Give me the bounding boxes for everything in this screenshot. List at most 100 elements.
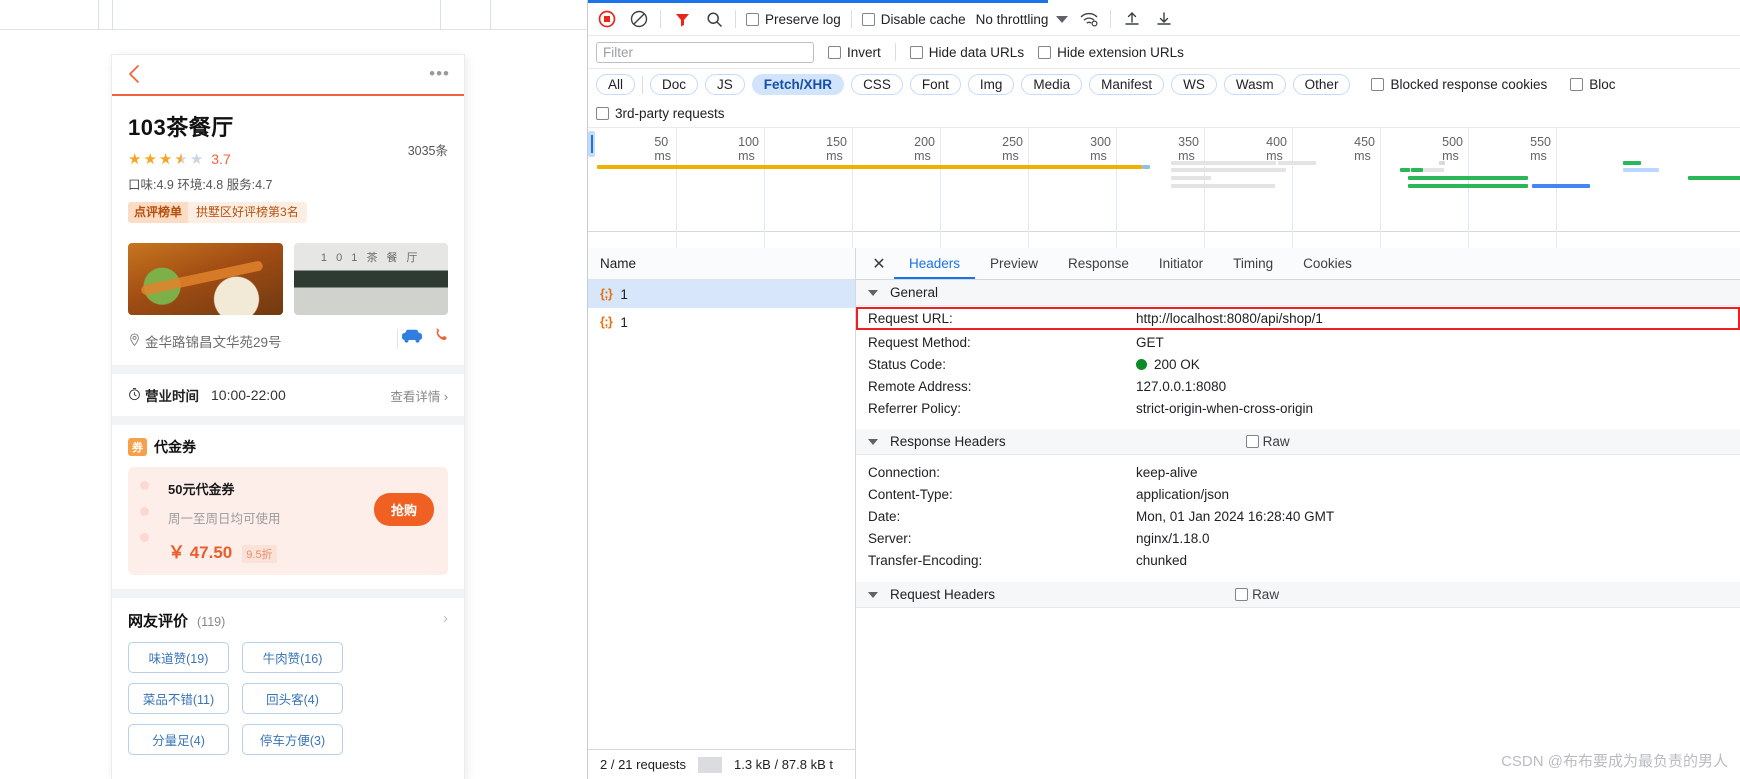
throttling-select[interactable]: No throttling <box>976 12 1069 27</box>
response-headers-section-header[interactable]: Response Headers Raw <box>856 429 1740 455</box>
response-raw-checkbox[interactable]: Raw <box>1245 434 1290 449</box>
type-filter-media[interactable]: Media <box>1021 74 1083 95</box>
hours-details-link[interactable]: 查看详情 › <box>390 386 448 405</box>
tab-preview[interactable]: Preview <box>975 248 1053 279</box>
import-har-icon[interactable] <box>1121 8 1143 30</box>
general-section-header[interactable]: General <box>856 280 1740 306</box>
hide-extension-urls-checkbox[interactable]: Hide extension URLs <box>1038 45 1184 60</box>
coupon-title-text: 代金券 <box>154 439 196 455</box>
remote-address-key: Remote Address: <box>868 378 972 394</box>
record-stop-icon[interactable] <box>596 8 618 30</box>
third-party-row: 3rd-party requests <box>588 100 1740 128</box>
request-name: 1 <box>620 286 628 302</box>
timeline-selection-handle[interactable] <box>588 131 595 157</box>
reviews-header: 网友评价 (119) <box>128 610 448 631</box>
checkbox-box[interactable] <box>1570 78 1584 91</box>
checkbox-box[interactable] <box>1235 588 1249 601</box>
checkbox-box[interactable] <box>596 107 609 120</box>
shop-photos[interactable] <box>112 233 464 327</box>
type-filter-ws[interactable]: WS <box>1171 74 1217 95</box>
type-filter-wasm[interactable]: Wasm <box>1223 74 1286 95</box>
more-options-icon[interactable]: ••• <box>429 65 450 82</box>
type-filter-css[interactable]: CSS <box>851 74 903 95</box>
export-har-icon[interactable] <box>1153 8 1175 30</box>
preserve-log-checkbox[interactable]: Preserve log <box>746 12 841 27</box>
coupon-card[interactable]: 50元代金券 周一至周日均可使用 ￥ 47.50 9.5折 抢购 <box>128 467 448 575</box>
type-filter-other[interactable]: Other <box>1292 74 1351 95</box>
request-row[interactable]: {;} 1 <box>588 280 855 308</box>
type-filter-manifest[interactable]: Manifest <box>1089 74 1165 95</box>
coupon-tag-icon: 券 <box>128 438 147 456</box>
request-name: 1 <box>620 314 628 330</box>
blocked-requests-checkbox[interactable]: Bloc <box>1570 77 1616 92</box>
checkbox-box[interactable] <box>909 45 923 59</box>
request-row[interactable]: {;} 1 <box>588 308 855 336</box>
chevron-down-icon[interactable] <box>1056 15 1069 23</box>
type-filter-fetch-xhr[interactable]: Fetch/XHR <box>751 74 845 95</box>
filter-icon[interactable] <box>671 8 693 30</box>
type-filter-js[interactable]: JS <box>705 74 745 95</box>
shop-photo-storefront[interactable] <box>293 243 448 315</box>
review-tag[interactable]: 菜品不错(11) <box>128 683 229 714</box>
checkbox-box[interactable] <box>746 12 759 26</box>
network-conditions-icon[interactable] <box>1078 8 1100 30</box>
type-filter-img[interactable]: Img <box>967 74 1015 95</box>
checkbox-box[interactable] <box>1245 435 1259 448</box>
status-code-value-group: 200 OK <box>1136 357 1200 372</box>
chevron-down-icon[interactable] <box>868 438 878 445</box>
shop-hours-row[interactable]: 营业时间 10:00-22:00 查看详情 › <box>112 374 464 416</box>
response-headers-title: Response Headers <box>890 434 1006 449</box>
shop-detail-card: ••• 103茶餐厅 3035条 ★ ★ ★ ★ ★ 3.7 口味:4.9 环境… <box>112 55 464 779</box>
review-tag[interactable]: 分量足(4) <box>128 724 229 755</box>
checkbox-box[interactable] <box>1371 78 1385 91</box>
invert-checkbox[interactable]: Invert <box>828 45 881 60</box>
shop-ranking-badge[interactable]: 点评榜单 拱墅区好评榜第3名 <box>128 202 448 223</box>
network-overview-timeline[interactable]: 50 ms 100 ms 150 ms 200 ms 250 ms 300 ms… <box>588 128 1740 304</box>
disable-cache-checkbox[interactable]: Disable cache <box>861 12 966 27</box>
checkbox-box[interactable] <box>861 12 875 26</box>
type-filter-doc[interactable]: Doc <box>650 74 699 95</box>
type-filter-font[interactable]: Font <box>909 74 961 95</box>
review-tag[interactable]: 味道赞(19) <box>128 642 229 673</box>
chevron-right-icon[interactable]: › <box>443 610 448 627</box>
chevron-down-icon[interactable] <box>868 591 878 598</box>
date-value: Mon, 01 Jan 2024 16:28:40 GMT <box>1136 508 1335 524</box>
referrer-policy-row: Referrer Policy: strict-origin-when-cros… <box>856 397 1740 419</box>
review-tag[interactable]: 停车方便(3) <box>242 724 343 755</box>
tab-headers[interactable]: Headers <box>894 248 976 279</box>
timeline-bar <box>1408 184 1528 188</box>
hide-data-urls-checkbox[interactable]: Hide data URLs <box>909 45 1024 60</box>
back-icon[interactable] <box>126 63 142 85</box>
shop-address-row[interactable]: 金华路锦昌文华苑29号 <box>112 327 464 365</box>
type-filter-all[interactable]: All <box>596 74 636 95</box>
timeline-tick: 50 ms <box>654 135 672 163</box>
navigate-car-icon[interactable] <box>401 328 423 349</box>
review-tag[interactable]: 回头客(4) <box>242 683 343 714</box>
review-tag[interactable]: 牛肉赞(16) <box>242 642 343 673</box>
checkbox-box[interactable] <box>1038 45 1052 59</box>
star-icon: ★ <box>158 150 173 168</box>
section-divider <box>112 589 464 598</box>
tab-initiator[interactable]: Initiator <box>1144 248 1218 279</box>
coupon-buy-button[interactable]: 抢购 <box>373 493 434 526</box>
close-icon[interactable]: ✕ <box>864 254 894 274</box>
filter-input[interactable] <box>596 41 814 63</box>
tab-response[interactable]: Response <box>1053 248 1144 279</box>
chevron-down-icon[interactable] <box>868 289 878 296</box>
third-party-checkbox[interactable]: 3rd-party requests <box>596 106 725 121</box>
hours-label-group: 营业时间 <box>128 385 199 405</box>
tab-timing[interactable]: Timing <box>1218 248 1288 279</box>
shop-photo-food[interactable] <box>128 243 283 315</box>
blocked-cookies-checkbox[interactable]: Blocked response cookies <box>1371 77 1547 92</box>
checkbox-box[interactable] <box>828 45 841 59</box>
server-value: nginx/1.18.0 <box>1136 530 1210 546</box>
request-raw-checkbox[interactable]: Raw <box>1235 587 1279 602</box>
request-headers-section-header[interactable]: Request Headers Raw <box>856 582 1740 608</box>
phone-call-icon[interactable] <box>433 327 450 349</box>
tab-cookies[interactable]: Cookies <box>1288 248 1367 279</box>
star-empty-icon: ★ <box>189 150 204 168</box>
clear-icon[interactable] <box>628 8 650 30</box>
request-url-value[interactable]: http://localhost:8080/api/shop/1 <box>1136 311 1323 326</box>
search-icon[interactable] <box>703 8 725 30</box>
transfer-encoding-key: Transfer-Encoding: <box>868 552 983 568</box>
